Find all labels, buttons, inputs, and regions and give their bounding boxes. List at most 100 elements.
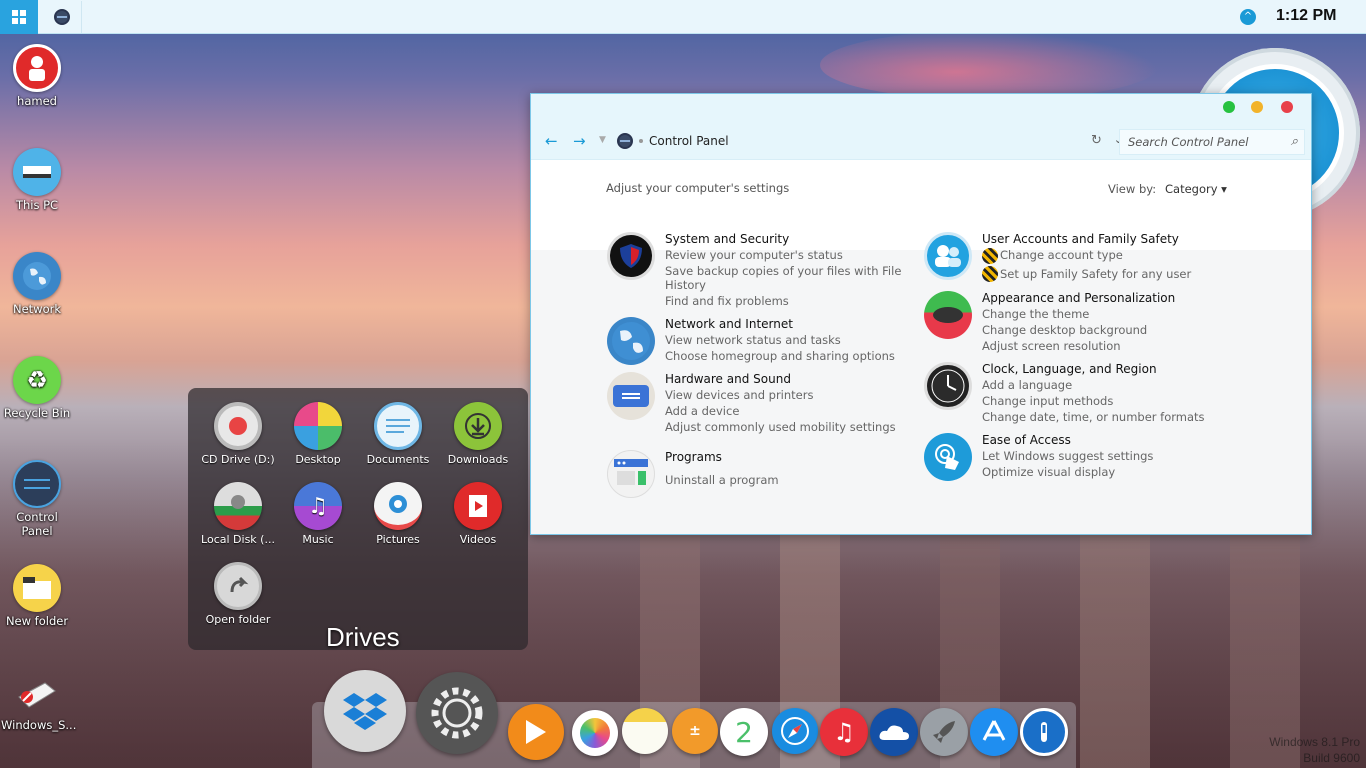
wallpaper-cloud xyxy=(820,30,1160,100)
programs-icon xyxy=(607,450,655,498)
stack-item-pictures[interactable]: Pictures xyxy=(358,482,438,546)
category-clock-language: Clock, Language, and Region Add a langua… xyxy=(924,362,1205,425)
category-title[interactable]: Appearance and Personalization xyxy=(982,291,1175,306)
user-icon xyxy=(13,44,61,92)
stack-item-label: Videos xyxy=(459,533,497,546)
category-title[interactable]: Network and Internet xyxy=(665,317,895,332)
taskbar: ^ 1:12 PM xyxy=(0,0,1366,34)
category-link[interactable]: History xyxy=(665,277,901,293)
category-system-security: System and Security Review your computer… xyxy=(607,232,901,309)
stack-item-downloads[interactable]: Downloads xyxy=(438,402,518,466)
cd-drive-icon xyxy=(214,402,262,450)
desktop-icon-new-folder[interactable]: New folder xyxy=(1,564,73,628)
onedrive-icon[interactable] xyxy=(870,708,918,756)
desktop-icon-label: Windows_S... xyxy=(1,718,77,732)
address-bar[interactable]: Control Panel ⌄ xyxy=(617,126,1123,156)
taskbar-clock[interactable]: 1:12 PM xyxy=(1276,7,1336,25)
category-link[interactable]: View devices and printers xyxy=(665,387,896,403)
desktop-icon-control-panel[interactable]: Control Panel xyxy=(1,460,73,538)
desktop-icon-label: New folder xyxy=(5,614,69,628)
category-link[interactable]: Adjust screen resolution xyxy=(982,338,1175,354)
desktop-icon-network[interactable]: Network xyxy=(1,252,73,316)
calculator-icon[interactable]: ± xyxy=(672,708,718,754)
facetime-icon[interactable]: 2 xyxy=(720,708,768,756)
page-title: Adjust your computer's settings xyxy=(606,181,790,195)
category-link[interactable]: Adjust commonly used mobility settings xyxy=(665,419,896,435)
category-title[interactable]: User Accounts and Family Safety xyxy=(982,232,1191,247)
computer-icon xyxy=(13,148,61,196)
stack-item-documents[interactable]: Documents xyxy=(358,402,438,466)
category-link[interactable]: Change input methods xyxy=(982,393,1205,409)
minimize-button[interactable] xyxy=(1251,101,1263,113)
category-link-label: Change account type xyxy=(1000,248,1123,262)
stack-item-open-folder[interactable]: Open folder xyxy=(198,562,278,626)
category-link[interactable]: View network status and tasks xyxy=(665,332,895,348)
breadcrumb-control-panel[interactable]: Control Panel xyxy=(649,134,729,148)
maximize-button[interactable] xyxy=(1223,101,1235,113)
palette-icon xyxy=(924,291,972,339)
stack-item-cd-drive[interactable]: CD Drive (D:) xyxy=(198,402,278,466)
dropbox-icon[interactable] xyxy=(324,670,406,752)
view-by-dropdown[interactable]: Category ▾ xyxy=(1165,182,1227,196)
category-title[interactable]: Hardware and Sound xyxy=(665,372,896,387)
search-icon[interactable]: ⌕ xyxy=(1291,134,1298,149)
clock-icon xyxy=(924,362,972,410)
category-link[interactable]: Change date, time, or number formats xyxy=(982,409,1205,425)
category-link[interactable]: Change desktop background xyxy=(982,322,1175,338)
back-arrow-icon[interactable]: ← xyxy=(545,132,558,150)
notes-icon[interactable] xyxy=(622,708,668,754)
desktop-icon-label: Network xyxy=(12,302,62,316)
tray-expand-icon[interactable]: ^ xyxy=(1240,9,1256,25)
drives-stack-popup: CD Drive (D:) Desktop Documents Download… xyxy=(188,388,528,650)
desktop-icon-this-pc[interactable]: This PC xyxy=(1,148,73,212)
open-folder-arrow-icon xyxy=(214,562,262,610)
category-link[interactable]: Add a device xyxy=(665,403,896,419)
1password-icon[interactable] xyxy=(1020,708,1068,756)
window-titlebar[interactable] xyxy=(531,94,1311,124)
photos-icon[interactable] xyxy=(572,710,618,756)
category-link-admin[interactable]: Set up Family Safety for any user xyxy=(982,266,1191,282)
start-button[interactable] xyxy=(0,0,38,34)
category-network-internet: Network and Internet View network status… xyxy=(607,317,895,365)
stack-item-music[interactable]: ♫ Music xyxy=(278,482,358,546)
category-appearance: Appearance and Personalization Change th… xyxy=(924,291,1175,354)
settings-icon[interactable] xyxy=(416,672,498,754)
stack-item-local-disk[interactable]: Local Disk (... xyxy=(198,482,278,546)
category-link[interactable]: Review your computer's status xyxy=(665,247,901,263)
category-link[interactable]: Find and fix problems xyxy=(665,293,901,309)
taskbar-control-panel-button[interactable] xyxy=(42,1,82,33)
documents-icon xyxy=(374,402,422,450)
category-link[interactable]: Uninstall a program xyxy=(665,472,779,488)
printer-icon xyxy=(607,372,655,420)
safari-icon[interactable] xyxy=(772,708,818,754)
category-title[interactable]: Clock, Language, and Region xyxy=(982,362,1205,377)
category-link[interactable]: Optimize visual display xyxy=(982,464,1153,480)
category-hardware-sound: Hardware and Sound View devices and prin… xyxy=(607,372,896,435)
category-link[interactable]: Change the theme xyxy=(982,306,1175,322)
desktop-icon-hamed[interactable]: hamed xyxy=(1,44,73,108)
view-by-value: Category xyxy=(1165,182,1218,196)
close-button[interactable] xyxy=(1281,101,1293,113)
category-link[interactable]: Let Windows suggest settings xyxy=(982,448,1153,464)
media-player-icon[interactable] xyxy=(508,704,564,760)
rocket-icon[interactable] xyxy=(920,708,968,756)
search-input[interactable]: Search Control Panel ⌕ xyxy=(1119,129,1305,155)
globe-icon xyxy=(607,317,655,365)
desktop-icon-windows-s[interactable]: Windows_S... xyxy=(1,668,77,732)
category-link-admin[interactable]: Change account type xyxy=(982,247,1191,264)
category-title[interactable]: Programs xyxy=(665,450,779,465)
stack-item-desktop[interactable]: Desktop xyxy=(278,402,358,466)
app-store-icon[interactable] xyxy=(970,708,1018,756)
recent-dropdown-icon[interactable]: ▼ xyxy=(599,135,606,145)
forward-arrow-icon[interactable]: → xyxy=(573,132,586,150)
category-title[interactable]: Ease of Access xyxy=(982,433,1153,448)
desktop-icon-recycle-bin[interactable]: ♻ Recycle Bin xyxy=(1,356,73,420)
category-title[interactable]: System and Security xyxy=(665,232,901,247)
film-icon xyxy=(454,482,502,530)
stack-item-videos[interactable]: Videos xyxy=(438,482,518,546)
refresh-icon[interactable]: ↻ xyxy=(1091,133,1102,148)
category-link[interactable]: Add a language xyxy=(982,377,1205,393)
view-by-label: View by: xyxy=(1108,182,1157,196)
category-link[interactable]: Choose homegroup and sharing options xyxy=(665,348,895,364)
music-icon[interactable]: ♫ xyxy=(820,708,868,756)
